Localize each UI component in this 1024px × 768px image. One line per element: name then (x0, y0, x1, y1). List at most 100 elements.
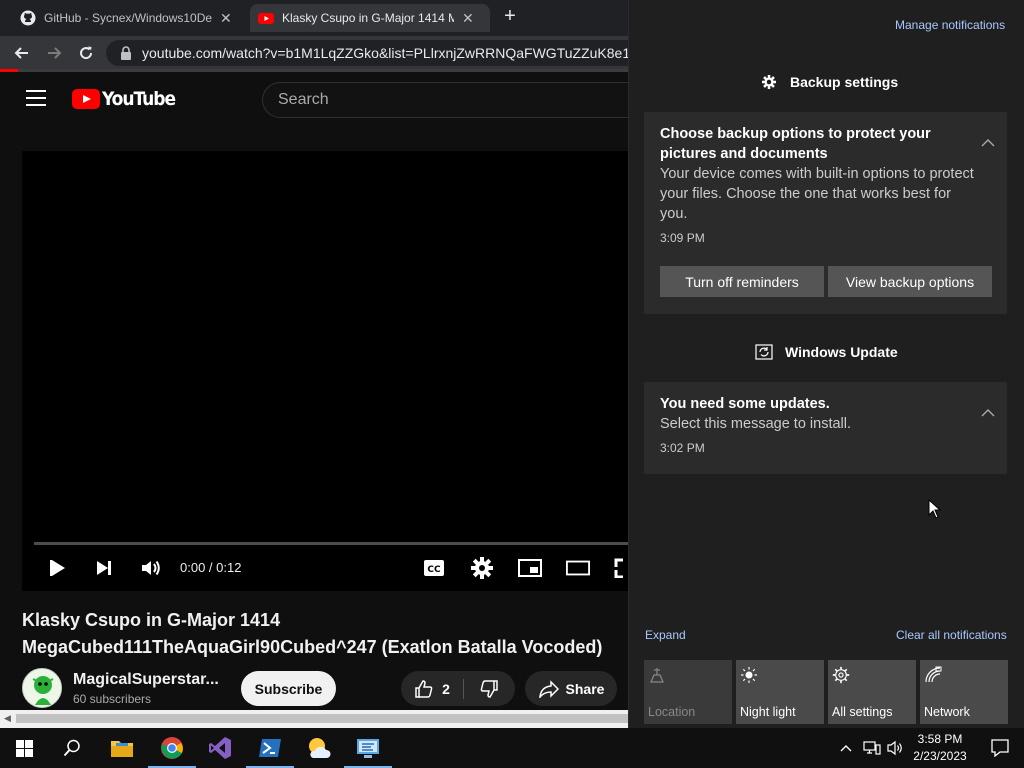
weather-button[interactable] (294, 728, 342, 768)
clock-date: 2/23/2023 (913, 749, 967, 763)
back-button[interactable] (10, 41, 34, 65)
mouse-cursor-icon (928, 499, 942, 519)
menu-icon[interactable] (26, 90, 46, 111)
video-player[interactable] (22, 151, 628, 591)
scrollbar-thumb[interactable] (16, 714, 628, 723)
svg-text:CC: CC (427, 565, 441, 575)
collapse-chevron-icon[interactable] (981, 134, 995, 150)
quick-action-location[interactable]: Location (644, 660, 732, 724)
volume-button[interactable] (139, 556, 163, 580)
share-button[interactable]: Share (525, 671, 617, 706)
notification-group-header: Windows Update (755, 344, 898, 360)
remote-desktop-icon (357, 739, 379, 758)
file-explorer-button[interactable] (98, 728, 146, 768)
quick-action-night-light[interactable]: Night light (736, 660, 824, 724)
dislike-button[interactable] (464, 671, 514, 706)
remote-desktop-button[interactable] (344, 728, 392, 768)
quick-action-label: All settings (832, 705, 893, 719)
fullscreen-icon (614, 558, 623, 578)
quick-action-label: Night light (740, 705, 796, 719)
expand-link[interactable]: Expand (645, 628, 686, 642)
windows-logo-icon (15, 739, 33, 757)
turn-off-reminders-button[interactable]: Turn off reminders (660, 266, 824, 297)
folder-icon (111, 741, 133, 757)
notification-body: Select this message to install. (660, 416, 852, 432)
clear-all-notifications-link[interactable]: Clear all notifications (896, 628, 1007, 642)
notification-title: You need some updates. (660, 396, 830, 412)
subscriber-count: 60 subscribers (73, 692, 152, 706)
windows-update-icon (755, 344, 773, 360)
search-icon (63, 739, 80, 757)
theater-icon (566, 560, 590, 576)
theater-mode-button[interactable] (566, 556, 590, 580)
thumbs-down-icon (480, 679, 498, 698)
powershell-icon (259, 739, 281, 757)
taskbar-clock[interactable]: 3:58 PM 2/23/2023 (912, 731, 968, 765)
address-bar[interactable]: youtube.com/watch?v=b1M1LqZZGko&list=PLl… (106, 40, 628, 66)
play-icon (50, 560, 65, 576)
quick-action-label: Location (648, 705, 696, 719)
video-progress-bar[interactable] (34, 542, 628, 545)
captions-button[interactable]: CC (422, 556, 446, 580)
next-button[interactable] (92, 556, 116, 580)
notification-body: Your device comes with built-in options … (660, 166, 974, 222)
horizontal-scrollbar[interactable]: ◀ (0, 710, 628, 728)
settings-button[interactable] (470, 556, 494, 580)
network-tray-button[interactable] (860, 728, 884, 768)
tab-label: GitHub - Sycnex/Windows10Deb (44, 11, 212, 25)
like-button[interactable]: 2 (401, 671, 463, 706)
channel-avatar[interactable] (22, 668, 62, 708)
action-center-button[interactable] (976, 728, 1024, 768)
group-app-name: Backup settings (790, 74, 899, 90)
miniplayer-button[interactable] (518, 556, 542, 580)
logo-text: YouTube (102, 88, 176, 110)
share-arrow-icon (538, 679, 559, 698)
speaker-icon (887, 740, 902, 756)
volume-tray-button[interactable] (884, 728, 906, 768)
like-count: 2 (442, 680, 450, 697)
gear-icon (832, 666, 850, 684)
network-icon (925, 666, 942, 683)
youtube-play-logo-icon (72, 89, 100, 109)
notifications-icon (991, 739, 1009, 757)
play-button[interactable] (46, 556, 70, 580)
search-button[interactable] (48, 728, 96, 768)
github-icon (20, 10, 36, 26)
reload-button[interactable] (74, 41, 98, 65)
tab-youtube[interactable]: Klasky Csupo in G-Major 1414 M ✕ (250, 4, 490, 32)
show-hidden-icons-button[interactable] (836, 728, 856, 768)
tab-github[interactable]: GitHub - Sycnex/Windows10Deb ✕ (14, 4, 244, 32)
collapse-chevron-icon[interactable] (981, 404, 995, 420)
new-tab-button[interactable]: + (500, 6, 520, 26)
subscribe-button[interactable]: Subscribe (241, 671, 336, 706)
youtube-logo[interactable]: YouTube (72, 88, 176, 110)
view-backup-options-button[interactable]: View backup options (828, 266, 992, 297)
powershell-button[interactable] (246, 728, 294, 768)
chrome-button[interactable] (148, 728, 196, 768)
fullscreen-button[interactable] (612, 556, 628, 580)
youtube-icon (258, 13, 274, 24)
visual-studio-button[interactable] (196, 728, 244, 768)
manage-notifications-link[interactable]: Manage notifications (895, 18, 1005, 32)
close-tab-icon[interactable]: ✕ (220, 10, 232, 27)
lock-icon (121, 46, 131, 60)
chrome-icon (161, 737, 183, 759)
arrow-right-icon (48, 47, 62, 59)
url-text: youtube.com/watch?v=b1M1LqZZGko&list=PLl… (142, 45, 628, 61)
scroll-left-icon[interactable]: ◀ (4, 713, 11, 724)
volume-icon (142, 560, 160, 576)
share-label: Share (565, 680, 605, 697)
notification-time: 3:02 PM (660, 441, 705, 455)
video-title: Klasky Csupo in G-Major 1414 MegaCubed11… (22, 610, 603, 657)
notification-group-header: Backup settings (762, 74, 898, 90)
skip-next-icon (97, 561, 111, 575)
quick-action-network[interactable]: Network (920, 660, 1008, 724)
start-button[interactable] (0, 728, 48, 768)
quick-action-all-settings[interactable]: All settings (828, 660, 916, 724)
forward-button[interactable] (42, 41, 66, 65)
video-time: 0:00 / 0:12 (180, 560, 242, 575)
visual-studio-icon (209, 737, 231, 759)
search-input[interactable]: Search (262, 82, 628, 118)
close-tab-icon[interactable]: ✕ (462, 10, 474, 27)
channel-name[interactable]: MagicalSuperstar... (73, 671, 219, 689)
